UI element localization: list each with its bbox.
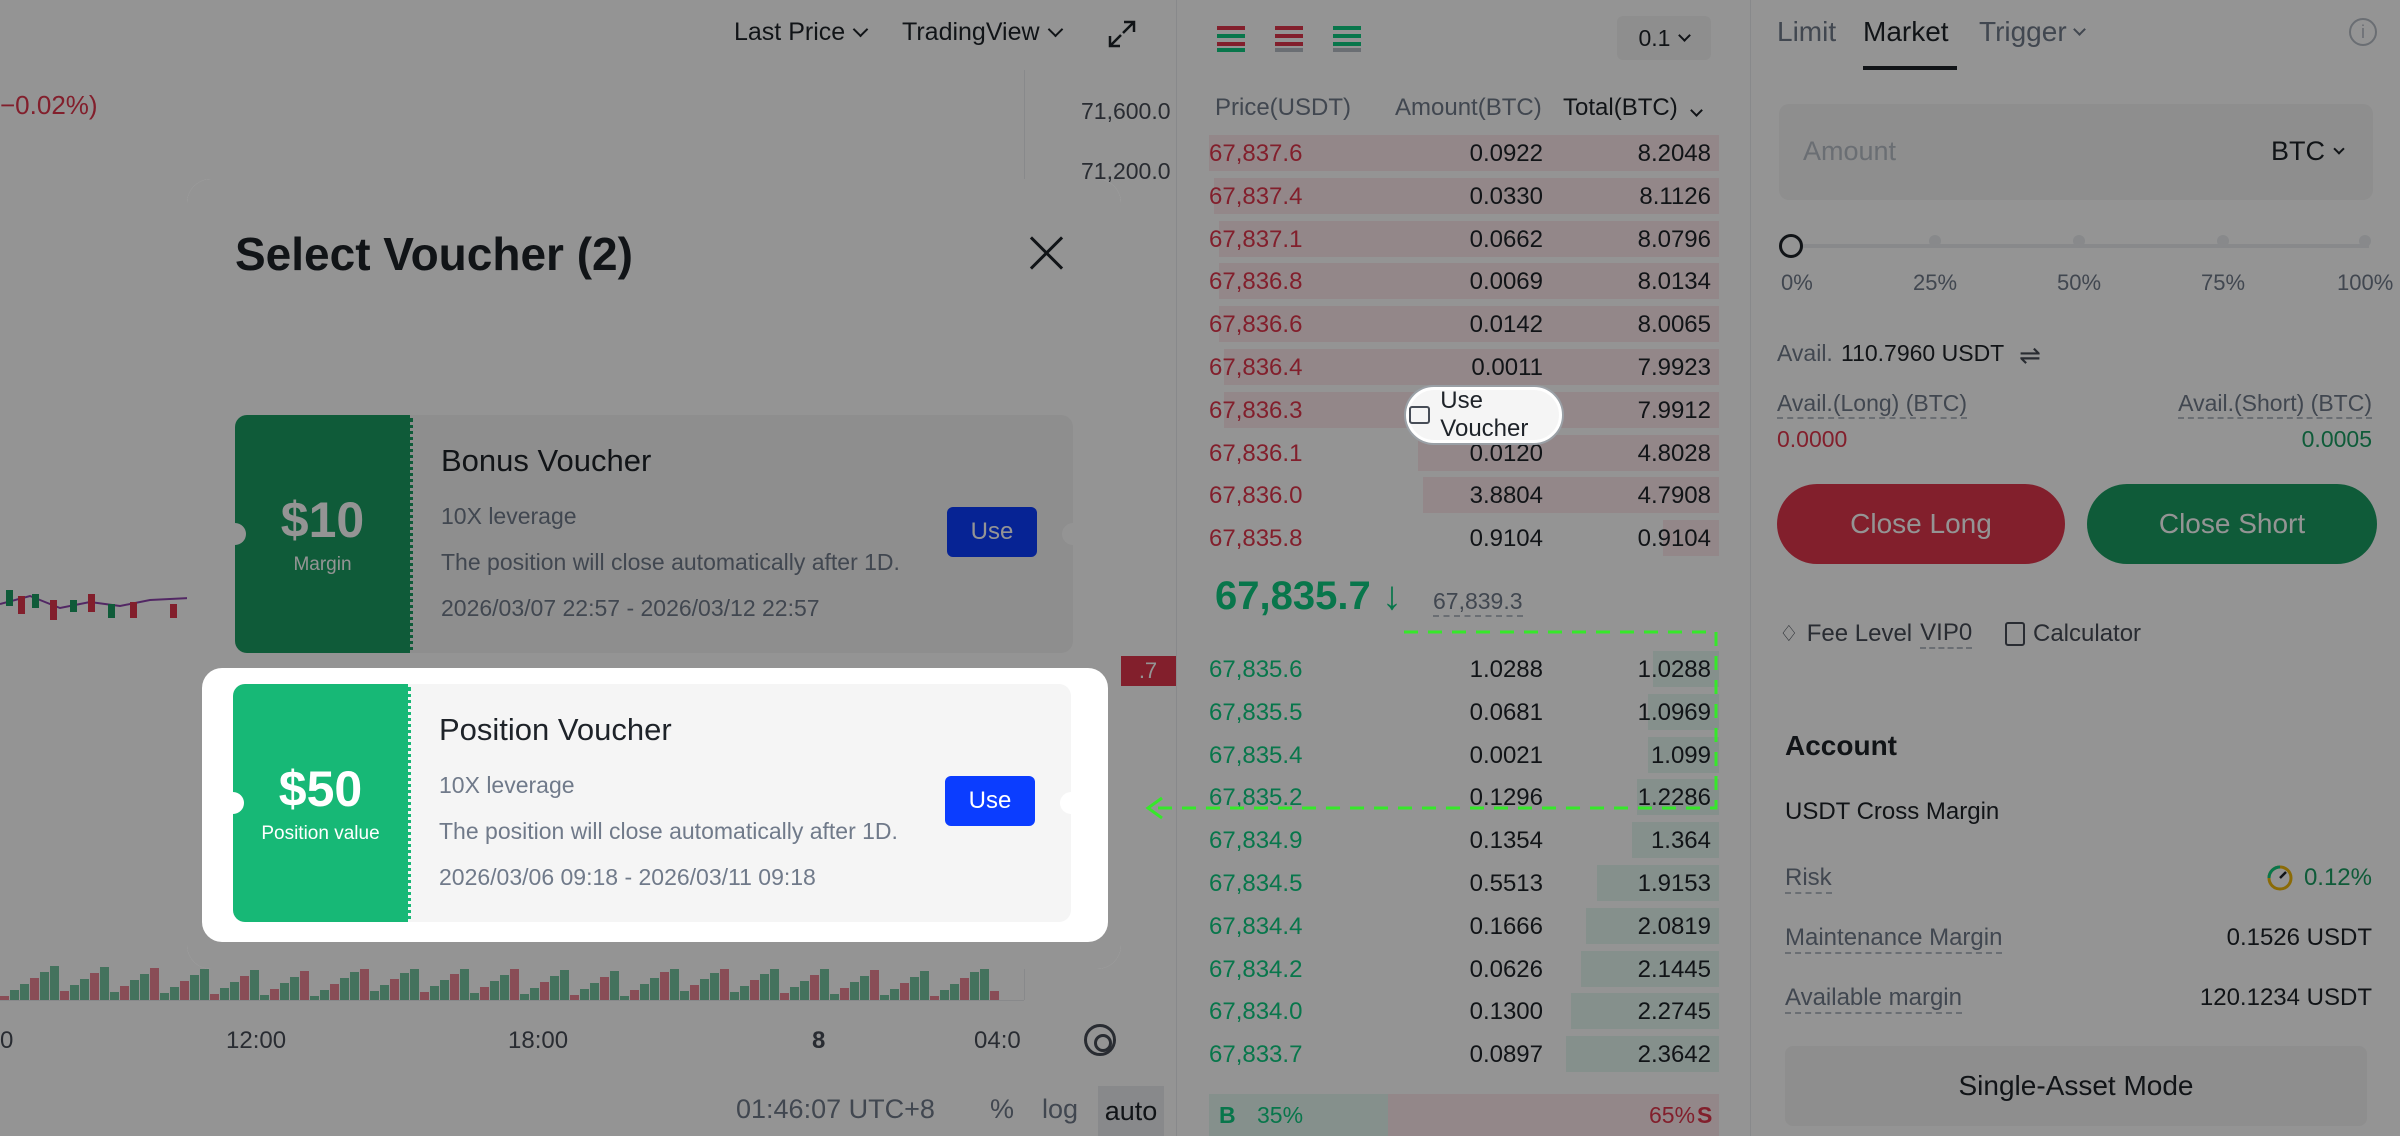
voucher-description: The position will close automatically af… <box>439 818 898 844</box>
voucher-validity: 2026/03/06 09:18 - 2026/03/11 09:18 <box>439 864 816 890</box>
use-voucher-button[interactable]: Use Voucher <box>1406 387 1562 443</box>
ticket-notch <box>224 523 246 545</box>
voucher-description: The position will close automatically af… <box>441 549 900 575</box>
use-voucher-label: Use Voucher <box>1440 387 1529 442</box>
voucher-leverage: 10X leverage <box>441 503 577 529</box>
voucher-card-bonus: $10 Margin Bonus Voucher 10X leverage Th… <box>224 415 1084 653</box>
modal-title: Select Voucher (2) <box>235 228 633 280</box>
close-icon[interactable] <box>1023 229 1071 277</box>
voucher-value-panel: $50 Position value <box>233 684 411 922</box>
voucher-title: Position Voucher <box>439 712 672 747</box>
voucher-value-panel: $10 Margin <box>235 415 413 653</box>
voucher-validity: 2026/03/07 22:57 - 2026/03/12 22:57 <box>441 595 820 621</box>
voucher-card-position: $50 Position value Position Voucher 10X … <box>222 684 1082 922</box>
voucher-amount: $50 <box>278 760 363 817</box>
use-bonus-voucher-button[interactable]: Use <box>947 507 1037 557</box>
voucher-title: Bonus Voucher <box>441 443 652 478</box>
voucher-icon <box>1409 406 1431 424</box>
voucher-leverage: 10X leverage <box>439 772 575 798</box>
highlighted-voucher-frame: $50 Position value Position Voucher 10X … <box>202 668 1108 942</box>
use-position-voucher-button[interactable]: Use <box>945 776 1035 826</box>
ticket-notch <box>222 792 244 814</box>
voucher-type: Position value <box>261 822 380 844</box>
voucher-type: Margin <box>293 553 352 575</box>
ticket-notch <box>1060 792 1082 814</box>
voucher-amount: $10 <box>280 491 365 548</box>
ticket-notch <box>1062 523 1084 545</box>
